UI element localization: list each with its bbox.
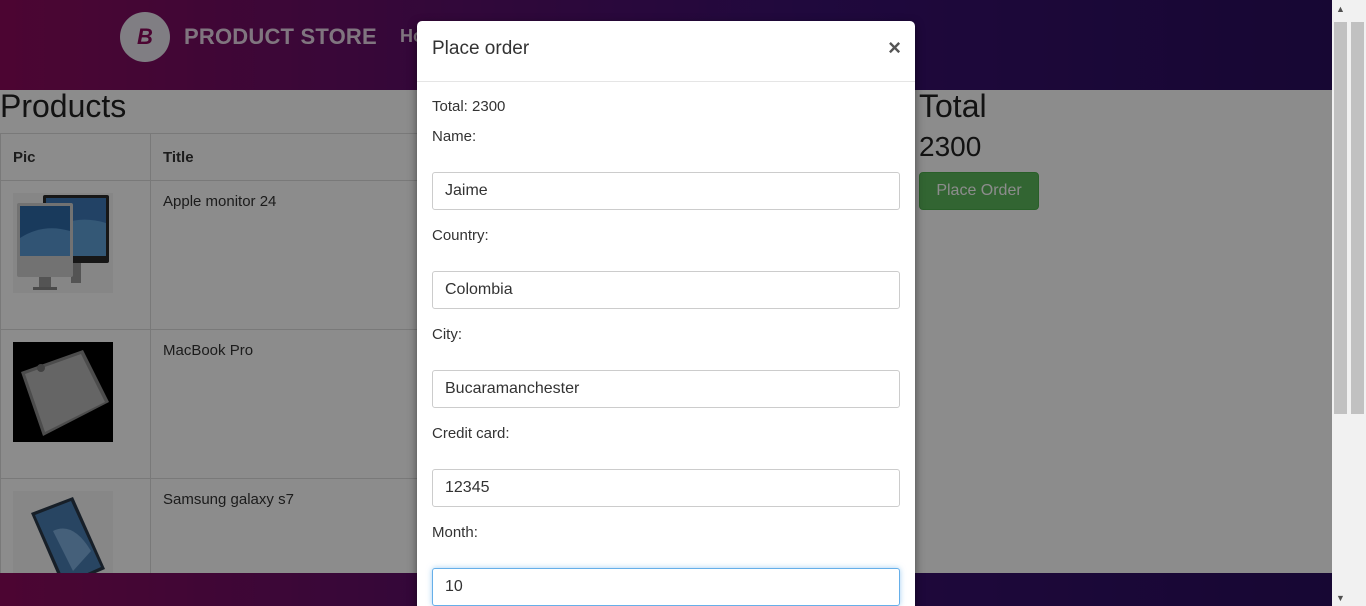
modal-scrollbar-thumb[interactable] (1351, 22, 1364, 414)
modal-header: Place order × (417, 21, 915, 82)
page: B PRODUCT STORE Ho Products Pic Title Ap… (0, 0, 1332, 606)
window-scrollbar[interactable]: ▲ ▼ (1332, 0, 1366, 606)
close-icon[interactable]: × (888, 37, 901, 59)
month-label: Month: (432, 524, 478, 541)
name-field[interactable] (432, 172, 900, 210)
place-order-modal: Place order × Total: 2300 Name: Country:… (417, 21, 915, 606)
modal-title: Place order (432, 38, 530, 59)
city-label: City: (432, 326, 462, 343)
credit-card-field[interactable] (432, 469, 900, 507)
city-field[interactable] (432, 370, 900, 408)
scrollbar-thumb[interactable] (1334, 22, 1347, 414)
modal-scrollbar[interactable] (1349, 0, 1366, 606)
country-field[interactable] (432, 271, 900, 309)
scroll-up-icon[interactable]: ▲ (1332, 0, 1349, 17)
scroll-down-icon[interactable]: ▼ (1332, 589, 1349, 606)
name-label: Name: (432, 128, 477, 145)
modal-total-text: Total: 2300 (432, 98, 506, 115)
credit-card-label: Credit card: (432, 425, 510, 442)
country-label: Country: (432, 227, 489, 244)
month-field[interactable] (432, 568, 900, 606)
